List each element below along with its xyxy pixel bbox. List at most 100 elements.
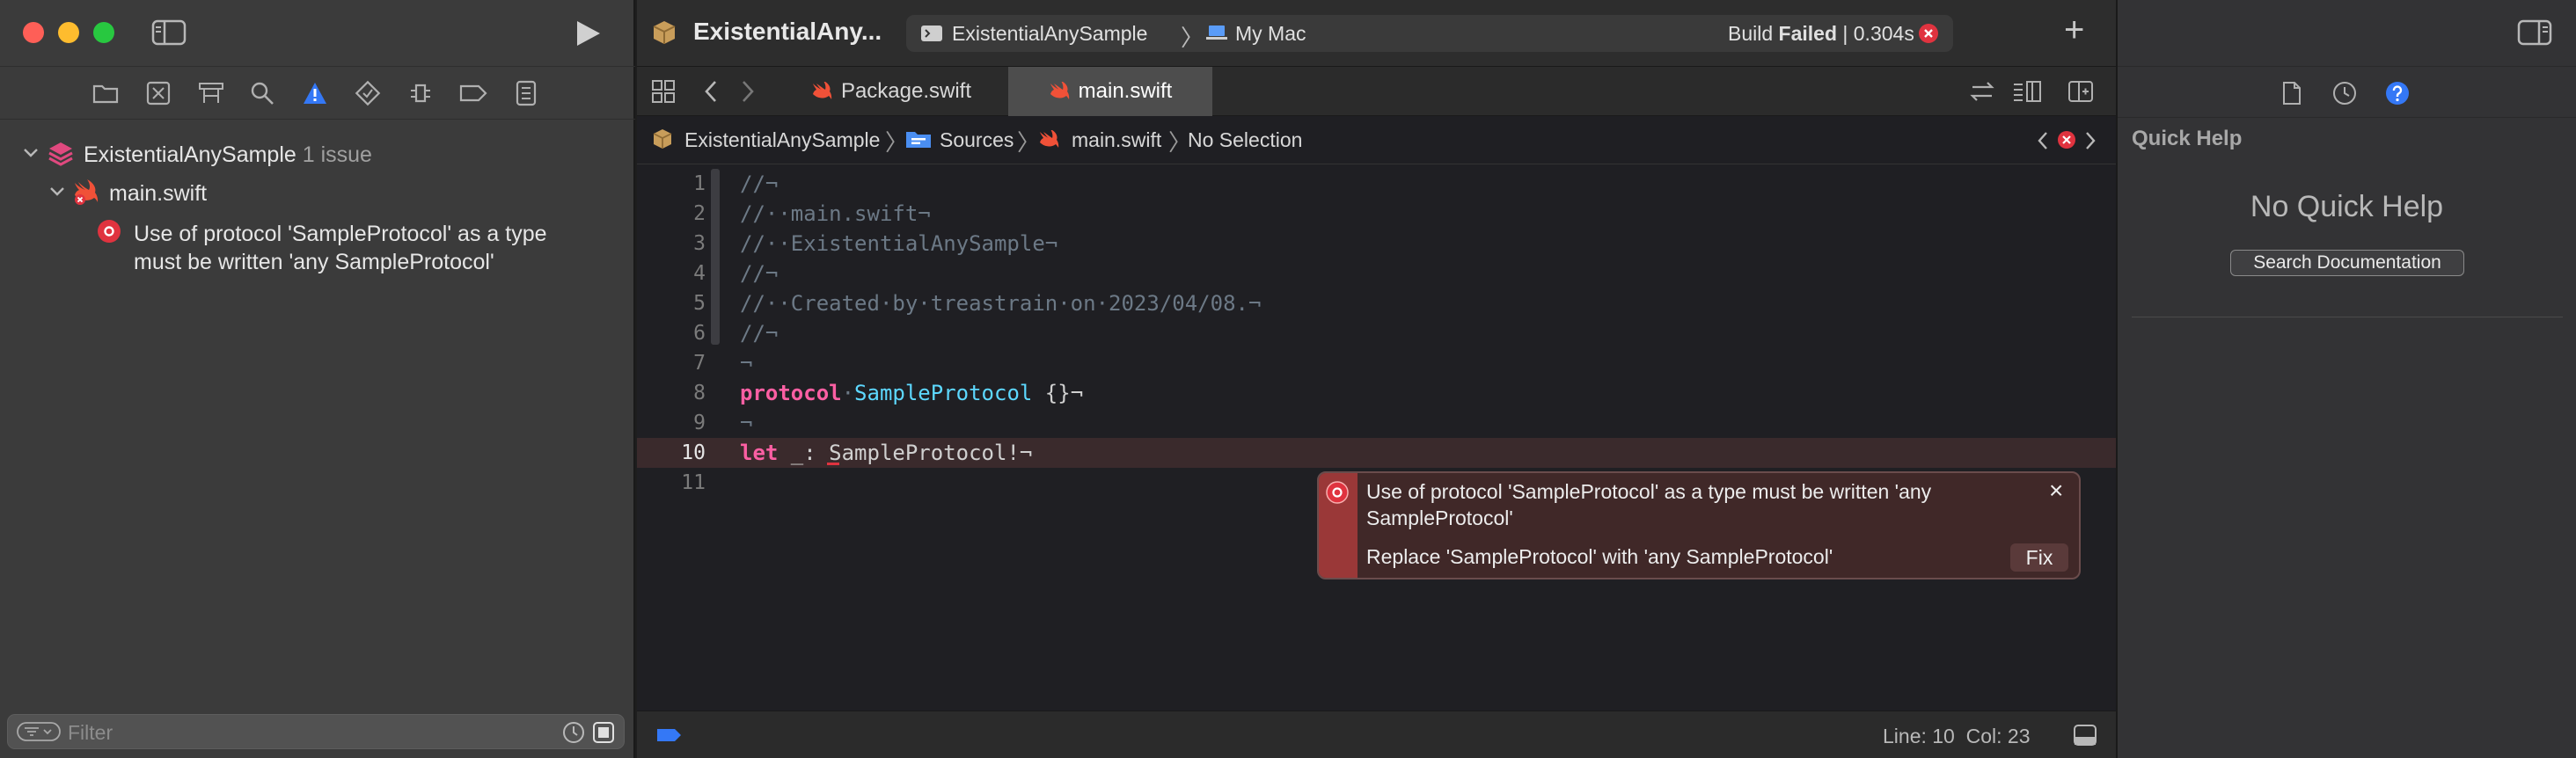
whitespace-dot: ·: [841, 381, 855, 405]
line-number: 6: [693, 322, 706, 345]
tree-item-project[interactable]: ExistentialAnySample 1 issue: [84, 142, 372, 168]
breakpoint-toggle-icon[interactable]: [655, 727, 683, 743]
jump-selection[interactable]: No Selection: [1188, 128, 1302, 152]
report-navigator-icon[interactable]: [510, 77, 542, 109]
error-message: Use of protocol 'SampleProtocol' as a ty…: [1366, 478, 2035, 531]
package-icon: [651, 19, 677, 46]
quick-help-icon[interactable]: [2385, 81, 2410, 106]
navigator-selector-bar: [0, 67, 635, 120]
package-icon: [651, 128, 674, 150]
project-icon: [48, 141, 74, 167]
build-status: Build Failed | 0.304s: [1728, 22, 1914, 46]
code-line-5[interactable]: //··Created·by·treastrain·on·2023/04/08.…: [740, 288, 1261, 318]
code-line-4[interactable]: //¬: [740, 259, 778, 288]
line-number: 7: [693, 352, 706, 375]
tab-main-swift[interactable]: main.swift: [1008, 67, 1212, 116]
fix-button[interactable]: Fix: [2010, 543, 2068, 572]
line-number: 3: [693, 232, 706, 255]
jump-file[interactable]: main.swift: [1072, 128, 1161, 152]
symbol-navigator-icon[interactable]: [195, 77, 227, 109]
breakpoint-navigator-icon[interactable]: [457, 77, 489, 109]
chevron-down-icon[interactable]: [49, 186, 65, 197]
laptop-icon: [1205, 24, 1228, 41]
inspector-panel: Quick Help No Quick Help Search Document…: [2116, 0, 2576, 758]
add-editor-icon[interactable]: [2067, 79, 2094, 104]
search-documentation-button[interactable]: Search Documentation: [2230, 250, 2464, 276]
editor-options-icon[interactable]: [2011, 79, 2043, 104]
comment-fold-ribbon[interactable]: [711, 169, 720, 345]
filter-placeholder: Filter: [68, 721, 113, 744]
grid-icon[interactable]: [651, 79, 676, 104]
code-line-9[interactable]: ¬: [740, 408, 752, 438]
line-number: 1: [693, 172, 706, 195]
tab-bar: Package.swift main.swift: [637, 67, 2116, 116]
inspector-selector-bar: [2118, 67, 2576, 118]
code-line-7[interactable]: ¬: [740, 348, 752, 378]
chevron-right-icon: 〉: [1017, 129, 1041, 156]
tab-package-swift[interactable]: Package.swift: [774, 67, 1008, 116]
no-quick-help-message: No Quick Help: [2250, 190, 2444, 223]
code-line-1[interactable]: //¬: [740, 169, 778, 199]
close-window-button[interactable]: [23, 22, 44, 43]
error-message-line1: Use of protocol 'SampleProtocol' as a ty…: [1366, 480, 1932, 503]
test-navigator-icon[interactable]: [352, 77, 384, 109]
minimize-window-button[interactable]: [58, 22, 79, 43]
tree-item-file[interactable]: main.swift: [109, 181, 207, 207]
sidebar-toggle-icon[interactable]: [151, 19, 187, 46]
back-arrow-icon[interactable]: [702, 79, 720, 104]
code-rest: _: SampleProtocol!¬: [778, 441, 1033, 465]
issue-item[interactable]: Use of protocol 'SampleProtocol' as a ty…: [134, 220, 547, 276]
chevron-down-icon[interactable]: [23, 148, 39, 158]
build-time: | 0.304s: [1837, 22, 1914, 45]
fixit-suggestion[interactable]: Replace 'SampleProtocol' with 'any Sampl…: [1366, 545, 1833, 569]
line-number: 11: [681, 471, 706, 494]
filter-options-icon[interactable]: [17, 722, 61, 741]
code-line-6[interactable]: //¬: [740, 318, 778, 348]
jump-folder[interactable]: Sources: [940, 128, 1014, 152]
scheme-selector[interactable]: ExistentialAnySample: [952, 22, 1147, 46]
project-title: ExistentialAny...: [693, 18, 882, 45]
add-button[interactable]: +: [2064, 11, 2084, 49]
code-line-3[interactable]: //··ExistentialAnySample¬: [740, 229, 1057, 259]
history-inspector-icon[interactable]: [2332, 81, 2357, 106]
recent-files-icon[interactable]: [562, 721, 585, 744]
issue-count: 1 issue: [302, 142, 372, 167]
build-result: Failed: [1778, 22, 1838, 45]
code-line-2[interactable]: //··main.swift¬: [740, 199, 931, 229]
error-badge-icon[interactable]: [1918, 23, 1939, 44]
folder-icon: [905, 129, 932, 149]
chevron-right-icon: 〉: [1181, 25, 1204, 51]
forward-arrow-icon[interactable]: [739, 79, 757, 104]
previous-issue-icon[interactable]: [2036, 130, 2050, 151]
error-message-line2: SampleProtocol': [1366, 507, 1513, 529]
destination-selector[interactable]: My Mac: [1235, 22, 1306, 46]
cursor-position: Line: 10 Col: 23: [1883, 725, 2031, 747]
folder-icon[interactable]: [90, 77, 121, 109]
debug-navigator-icon[interactable]: [405, 77, 436, 109]
close-popover-button[interactable]: ×: [2049, 477, 2063, 505]
window-toolbar: ExistentialAny... ExistentialAnySample 〉…: [637, 0, 2116, 67]
source-control-filter-icon[interactable]: [592, 721, 615, 744]
code-line-10[interactable]: let _: SampleProtocol!¬: [740, 438, 1032, 468]
swift-icon: [1038, 130, 1059, 149]
swap-arrows-icon[interactable]: [1969, 79, 1995, 104]
line-number: 2: [693, 202, 706, 225]
inspector-toggle-icon[interactable]: [2517, 19, 2552, 46]
tab-label: main.swift: [1078, 79, 1173, 103]
navigator-titlebar: [0, 0, 635, 67]
jump-project[interactable]: ExistentialAnySample: [684, 128, 880, 152]
error-icon: [97, 219, 121, 244]
zoom-window-button[interactable]: [93, 22, 114, 43]
next-issue-icon[interactable]: [2083, 130, 2097, 151]
code-line-8[interactable]: protocol·SampleProtocol {}¬: [740, 378, 1083, 408]
debug-area-toggle-icon[interactable]: [2073, 724, 2097, 747]
search-icon[interactable]: [246, 77, 278, 109]
inspector-title: Quick Help: [2132, 127, 2243, 150]
source-control-icon[interactable]: [143, 77, 174, 109]
build-prefix: Build: [1728, 22, 1779, 45]
error-badge-icon[interactable]: [2057, 130, 2076, 149]
file-inspector-icon[interactable]: [2281, 81, 2302, 106]
run-button[interactable]: [574, 19, 602, 47]
issue-navigator-icon[interactable]: [299, 77, 331, 109]
filter-field[interactable]: Filter: [7, 714, 625, 749]
